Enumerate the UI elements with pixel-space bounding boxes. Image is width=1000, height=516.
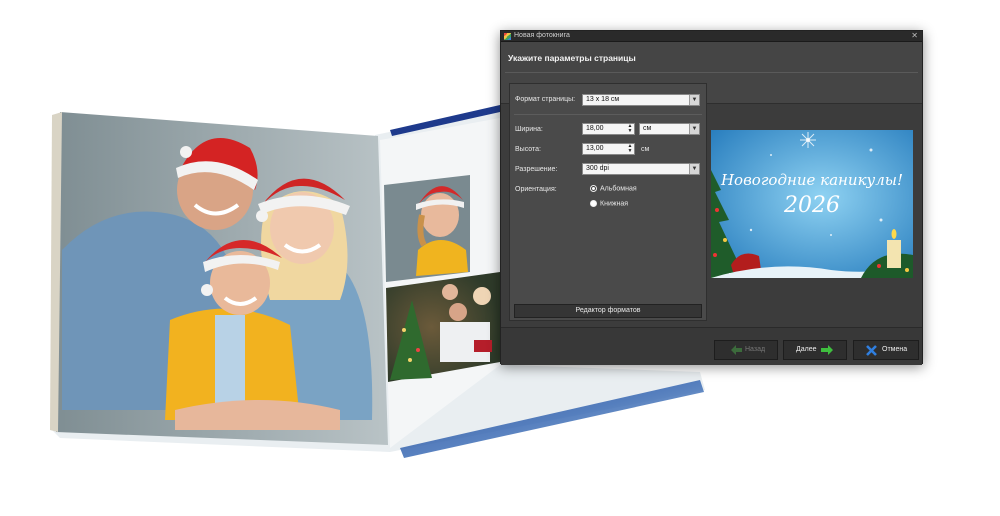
orientation-portrait-label: Книжная [600,200,629,208]
chevron-down-icon: ▼ [689,95,699,105]
dialog-footer: Назад Далее Отмена [501,327,922,365]
width-unit-value: см [643,125,652,132]
cancel-button-label: Отмена [882,346,908,353]
settings-panel: Формат страницы: 13 x 18 см ▼ Ширина: 18… [509,83,707,321]
title-bar[interactable]: Новая фотокнига ✕ [501,31,922,42]
format-value: 13 x 18 см [586,96,620,103]
radio-icon [590,200,597,207]
width-value: 18,00 [586,125,604,132]
window-title: Новая фотокнига [514,32,570,39]
chevron-down-icon: ▼ [689,164,699,174]
height-unit: см [641,146,650,153]
height-value: 13,00 [586,145,604,152]
width-input[interactable]: 18,00 ▲ ▼ [582,123,635,135]
back-button[interactable]: Назад [714,340,778,360]
orientation-portrait-radio[interactable]: Книжная [590,200,628,207]
next-button-label: Далее [796,346,817,353]
header-divider [505,72,918,73]
close-icon [866,345,877,356]
girl-photo [384,175,470,282]
resolution-select[interactable]: 300 dpi ▼ [582,163,700,175]
format-select[interactable]: 13 x 18 см ▼ [582,94,700,106]
preview-title: Новогодние каникулы! [720,171,903,189]
width-label: Ширина: [515,126,543,133]
page-heading: Укажите параметры страницы [508,53,636,63]
candle-shape [887,240,901,268]
radio-selected-icon [590,185,597,192]
height-label: Высота: [515,146,541,153]
chevron-down-icon: ▼ [689,124,699,134]
orientation-landscape-label: Альбомная [600,185,637,193]
divider [514,114,702,115]
resolution-label: Разрешение: [515,166,558,173]
resolution-value: 300 dpi [586,165,609,172]
width-unit-select[interactable]: см ▼ [639,123,700,135]
arrow-right-icon [821,345,833,355]
arrow-left-icon [731,345,742,355]
new-photobook-dialog: Новая фотокнига ✕ Укажите параметры стра… [500,30,923,365]
orientation-label: Ориентация: [515,186,557,193]
cancel-button[interactable]: Отмена [853,340,919,360]
orientation-landscape-radio[interactable]: Альбомная [590,185,637,192]
page-preview: Новогодние каникулы! 2026 [711,130,913,278]
next-button[interactable]: Далее [783,340,847,360]
format-editor-button[interactable]: Редактор форматов [514,304,702,318]
preview-year: 2026 [783,193,840,218]
height-input[interactable]: 13,00 ▲ ▼ [582,143,635,155]
back-button-label: Назад [745,346,766,353]
format-label: Формат страницы: [515,96,576,103]
app-icon [504,33,511,40]
width-stepper-icon[interactable]: ▲ ▼ [626,124,634,134]
height-stepper-icon[interactable]: ▲ ▼ [626,144,634,154]
close-button[interactable]: ✕ [911,31,918,41]
